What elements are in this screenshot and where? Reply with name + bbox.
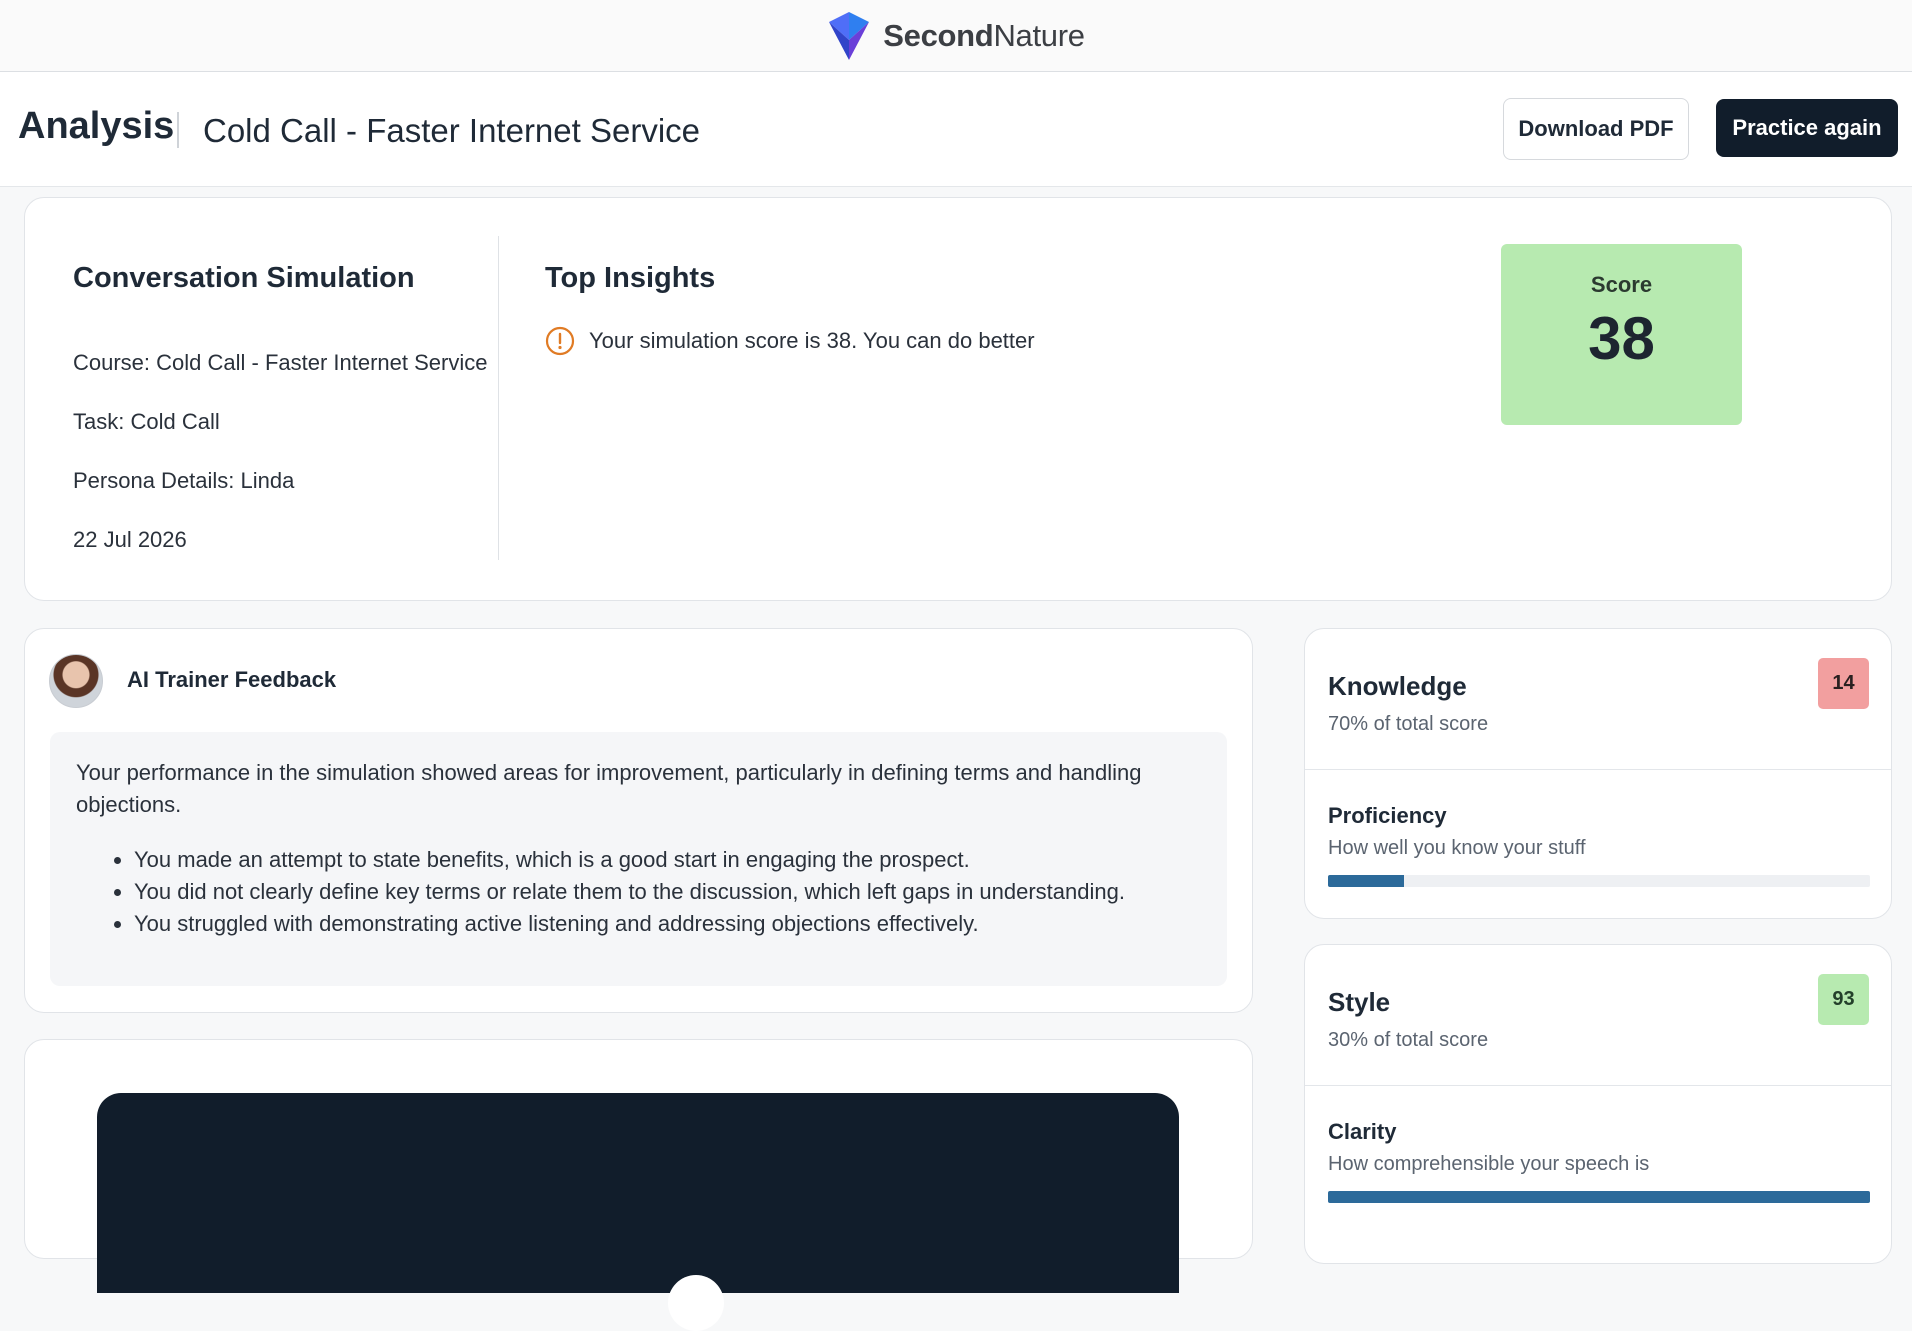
- secondnature-logo-icon: [829, 11, 870, 60]
- title-divider: [177, 112, 179, 148]
- clarity-title: Clarity: [1328, 1119, 1397, 1144]
- task-detail: Task: Cold Call: [73, 409, 220, 434]
- trainer-avatar: [49, 654, 103, 708]
- summary-divider: [498, 236, 499, 560]
- page-subtitle: Cold Call - Faster Internet Service: [203, 112, 701, 149]
- recording-card: [24, 1039, 1253, 1331]
- card-divider: [1305, 769, 1891, 770]
- style-score-badge: 93: [1818, 974, 1869, 1025]
- page-title: Analysis: [18, 105, 175, 147]
- clarity-progress-fill: [1328, 1191, 1870, 1203]
- proficiency-description: How well you know your stuff: [1328, 837, 1586, 859]
- practice-again-button[interactable]: Practice again: [1716, 99, 1898, 157]
- ai-trainer-feedback-card: AI Trainer Feedback Your performance in …: [24, 628, 1253, 1013]
- session-date: 22 Jul 2026: [73, 527, 187, 552]
- insights-title: Top Insights: [545, 262, 716, 294]
- knowledge-score-badge: 14: [1818, 658, 1869, 709]
- card-divider: [1305, 1085, 1891, 1086]
- insight-text: Your simulation score is 38. You can do …: [589, 328, 1035, 353]
- feedback-bullet-list: You made an attempt to state benefits, w…: [98, 844, 1125, 940]
- knowledge-title: Knowledge: [1328, 671, 1467, 701]
- list-item: You struggled with demonstrating active …: [134, 908, 1125, 940]
- knowledge-card: Knowledge 70% of total score 14 Proficie…: [1304, 628, 1892, 919]
- style-title: Style: [1328, 987, 1391, 1017]
- score-value: 38: [1588, 305, 1655, 372]
- proficiency-progress-bar: [1328, 875, 1870, 887]
- play-button[interactable]: [668, 1275, 724, 1331]
- proficiency-progress-fill: [1328, 875, 1404, 887]
- summary-card: Conversation Simulation Course: Cold Cal…: [24, 197, 1892, 601]
- feedback-paragraph: Your performance in the simulation showe…: [76, 760, 1142, 817]
- top-brand-bar: SecondNature: [0, 0, 1912, 72]
- score-label: Score: [1590, 272, 1653, 297]
- feedback-content: Your performance in the simulation showe…: [50, 732, 1227, 986]
- score-box: Score 38: [1501, 244, 1742, 425]
- clarity-description: How comprehensible your speech is: [1328, 1153, 1650, 1175]
- insight-item: Your simulation score is 38. You can do …: [545, 326, 1035, 356]
- warning-icon: [545, 326, 575, 356]
- persona-detail: Persona Details: Linda: [73, 468, 295, 493]
- course-detail: Course: Cold Call - Faster Internet Serv…: [73, 350, 488, 375]
- feedback-title: AI Trainer Feedback: [127, 667, 337, 692]
- proficiency-title: Proficiency: [1328, 803, 1447, 828]
- download-pdf-button[interactable]: Download PDF: [1503, 98, 1689, 160]
- style-card: Style 30% of total score 93 Clarity How …: [1304, 944, 1892, 1264]
- clarity-progress-bar: [1328, 1191, 1870, 1203]
- knowledge-weight: 70% of total score: [1328, 713, 1489, 735]
- list-item: You made an attempt to state benefits, w…: [134, 844, 1125, 876]
- page-header: Analysis Cold Call - Faster Internet Ser…: [0, 72, 1912, 187]
- simulation-title: Conversation Simulation: [73, 262, 415, 294]
- video-player[interactable]: [97, 1093, 1179, 1331]
- brand-name: SecondNature: [883, 17, 1085, 53]
- list-item: You did not clearly define key terms or …: [134, 876, 1125, 908]
- style-weight: 30% of total score: [1328, 1029, 1489, 1051]
- brand-logo-group[interactable]: SecondNature: [827, 10, 1085, 62]
